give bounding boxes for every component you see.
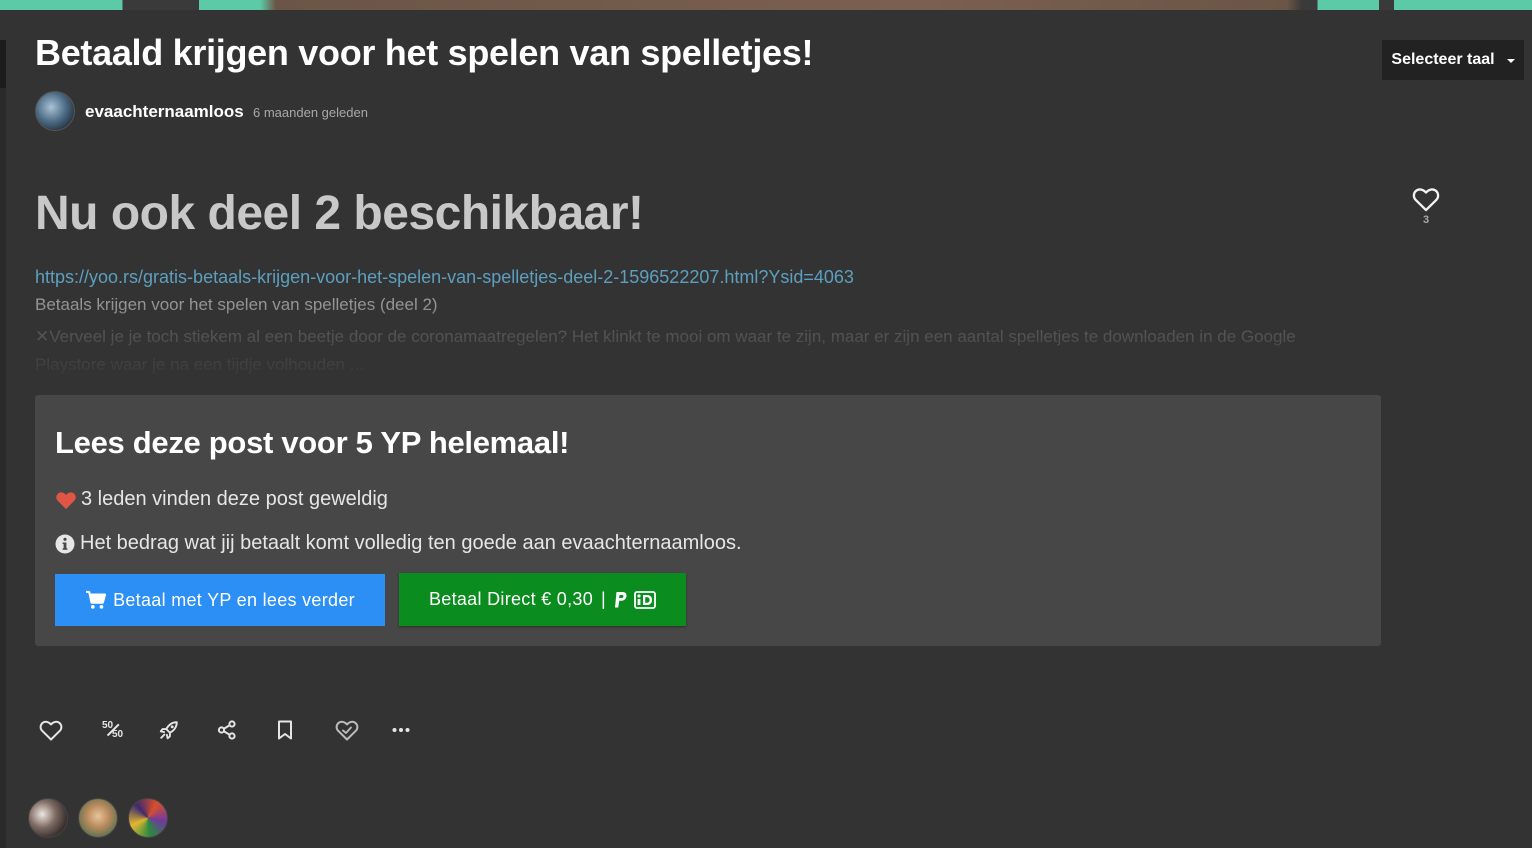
content-heading: Nu ook deel 2 beschikbaar! — [35, 187, 644, 240]
author-avatar[interactable] — [35, 91, 75, 131]
post-title: Betaald krijgen voor het spelen van spel… — [35, 32, 814, 73]
fifty-fifty-icon: 50 50 — [100, 718, 126, 742]
paywall-info-text: Het bedrag wat jij betaalt komt volledig… — [80, 532, 742, 554]
heart-filled-icon — [56, 491, 76, 509]
close-x-icon: ✕ — [35, 327, 50, 346]
left-edge-dark — [0, 40, 6, 88]
pay-with-yp-button[interactable]: Betaal met YP en lees verder — [55, 574, 385, 626]
paypal-icon — [615, 591, 627, 607]
page: Betaald krijgen voor het spelen van spel… — [0, 0, 1532, 848]
language-select-button[interactable]: Selecteer taal — [1382, 40, 1524, 80]
post-timestamp: 6 maanden geleden — [253, 105, 368, 120]
more-options-button[interactable] — [386, 714, 416, 746]
paywall-title: Lees deze post voor 5 YP helemaal! — [55, 425, 570, 460]
pay-with-yp-label: Betaal met YP en lees verder — [113, 589, 355, 610]
favorite-button[interactable] — [332, 714, 362, 746]
boost-button[interactable] — [154, 714, 184, 746]
excerpt-text: Verveel je je toch stiekem al een beetje… — [35, 327, 1296, 374]
paywall-likes-text: 3 leden vinden deze post geweldig — [81, 488, 388, 510]
fifty-fifty-button[interactable]: 50 50 — [98, 714, 128, 746]
pay-direct-button[interactable]: Betaal Direct € 0,30 | — [399, 573, 686, 626]
content-subtitle: Betaals krijgen voor het spelen van spel… — [35, 295, 438, 314]
rocket-icon — [159, 721, 178, 740]
paywall-likes: 3 leden vinden deze post geweldig — [55, 488, 388, 511]
liker-avatar-1[interactable] — [28, 798, 68, 838]
pay-direct-label: Betaal Direct € 0,30 — [428, 589, 594, 609]
heart-icon — [39, 720, 63, 741]
bookmark-icon — [278, 720, 292, 740]
left-edge — [0, 40, 6, 848]
sidebar-like-count: 3 — [1422, 214, 1430, 226]
caret-down-icon — [1506, 59, 1515, 63]
fifty-bottom-label: 50 — [112, 729, 124, 740]
language-select-label: Selecteer taal — [1391, 51, 1495, 68]
like-button[interactable] — [36, 714, 66, 746]
share-icon — [217, 720, 236, 740]
content-excerpt: ✕Verveel je je toch stiekem al een beetj… — [35, 323, 1355, 379]
pay-direct-separator: | — [601, 589, 607, 609]
header-banner-image — [0, 0, 1532, 10]
share-button[interactable] — [212, 714, 242, 746]
liker-avatar-3[interactable] — [128, 798, 168, 838]
liker-avatar-2[interactable] — [78, 798, 118, 838]
info-icon — [55, 534, 75, 553]
bookmark-button[interactable] — [270, 714, 300, 746]
paywall-info: Het bedrag wat jij betaalt komt volledig… — [55, 532, 742, 555]
sidebar-like-button[interactable]: 3 — [1410, 186, 1442, 236]
heart-check-icon — [335, 720, 359, 741]
author-name-link[interactable]: evaachternaamloos — [85, 102, 244, 122]
cart-icon — [86, 590, 107, 609]
heart-outline-icon — [1412, 188, 1440, 212]
more-icon — [392, 728, 410, 732]
ideal-icon — [634, 590, 656, 609]
paywall-box: Lees deze post voor 5 YP helemaal! 3 led… — [35, 395, 1381, 646]
content-link[interactable]: https://yoo.rs/gratis-betaals-krijgen-vo… — [35, 267, 854, 288]
